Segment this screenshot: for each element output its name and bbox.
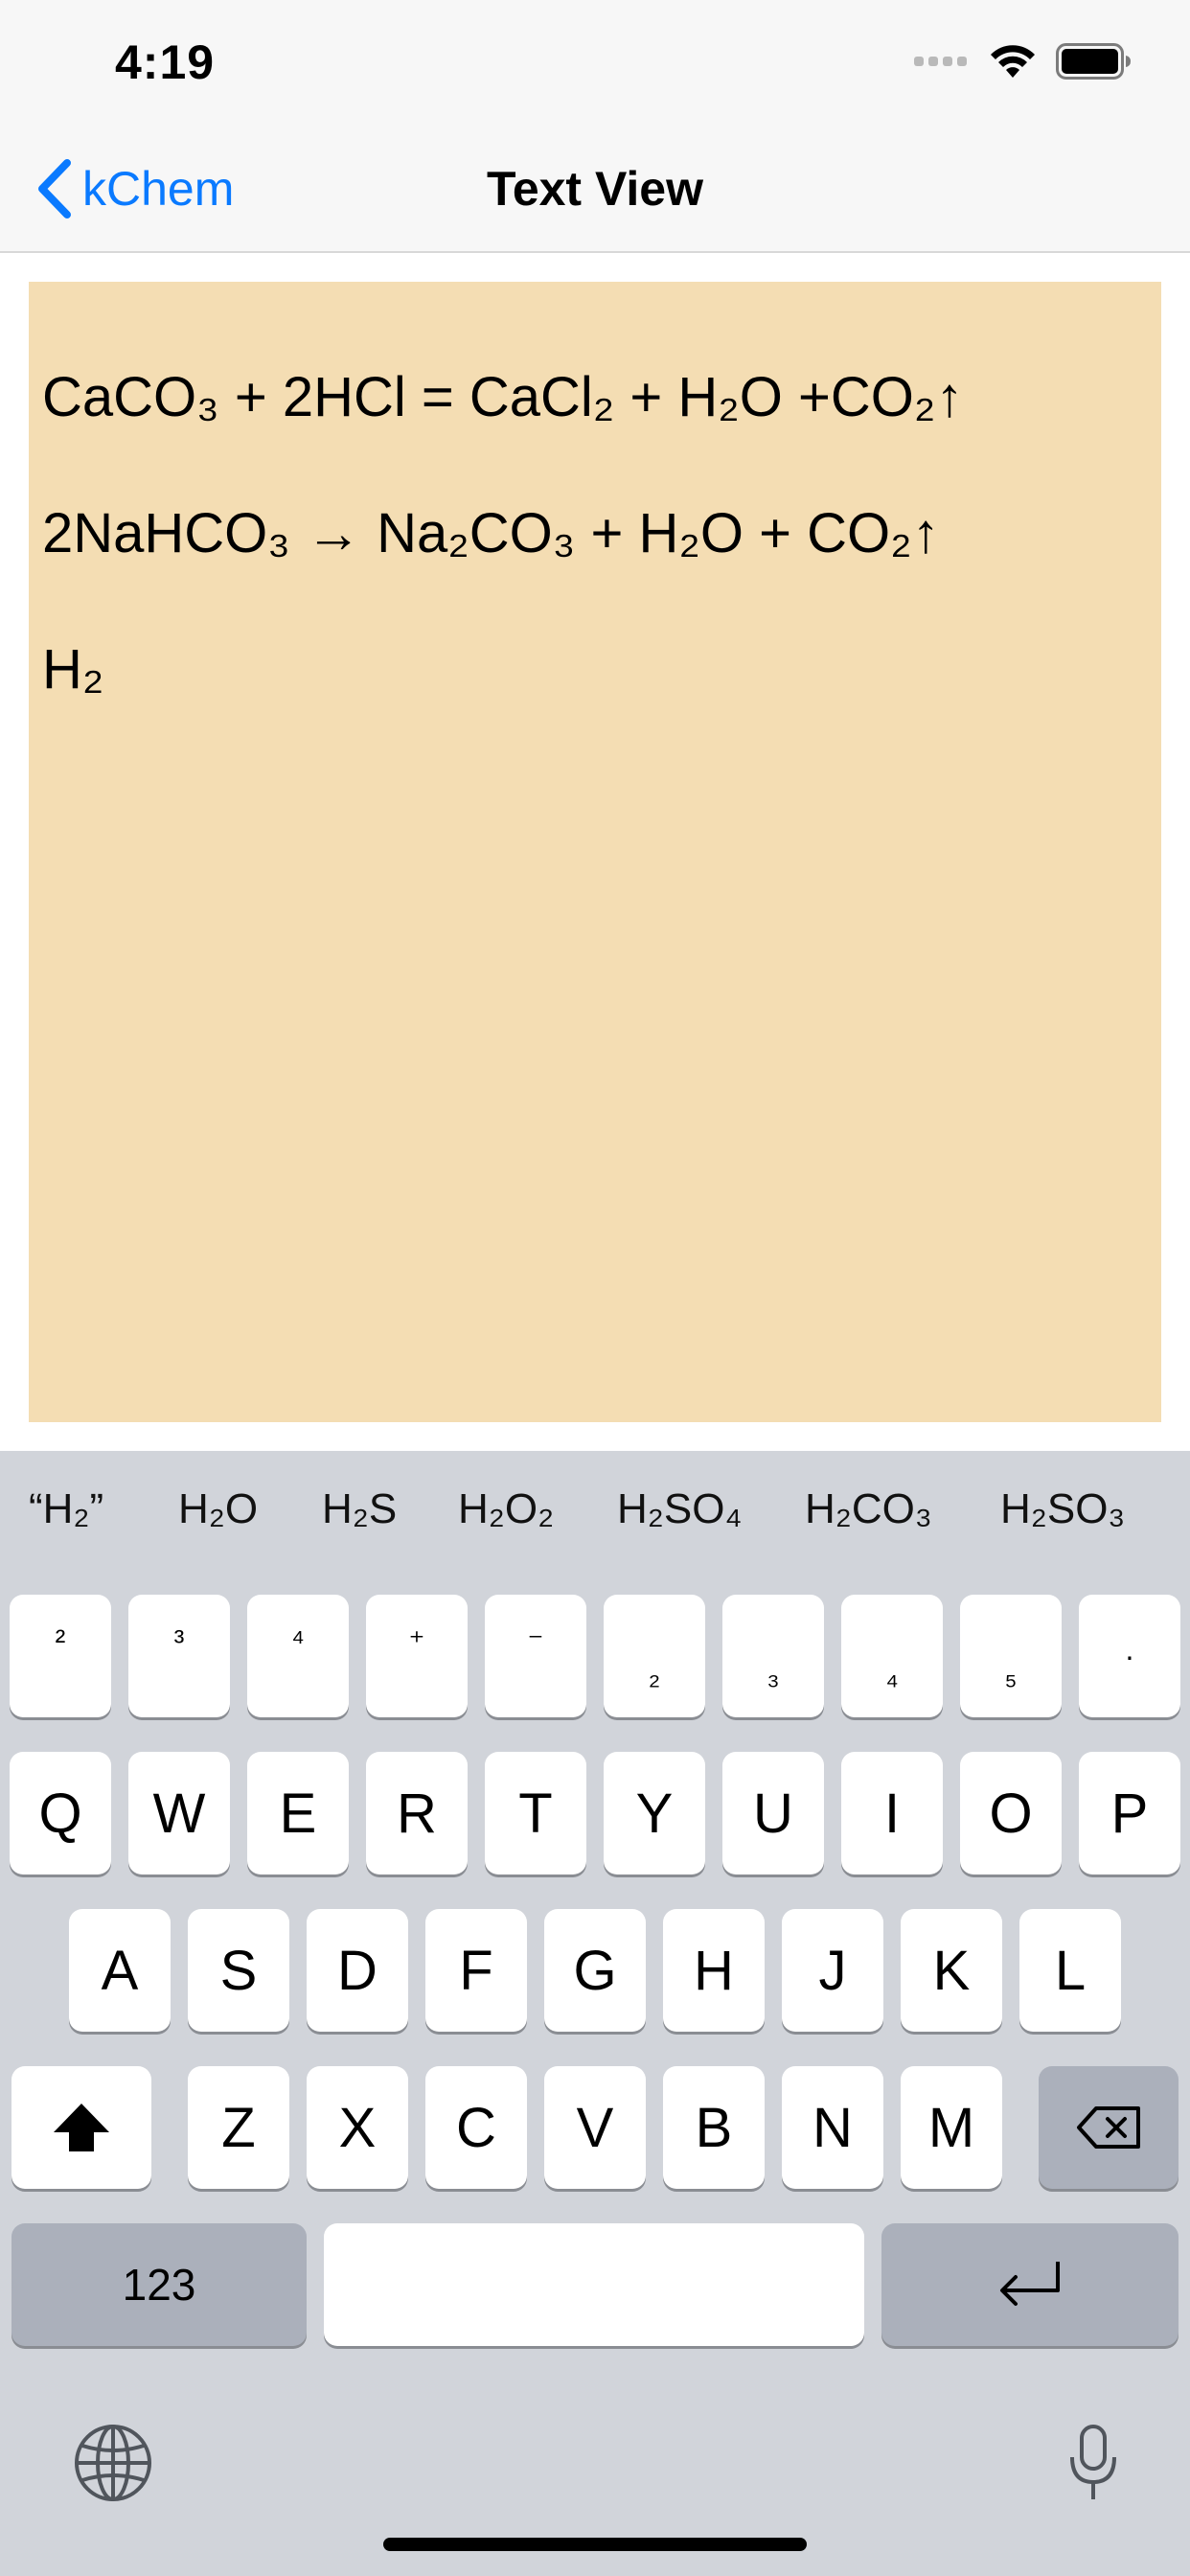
navigation-bar: 4:19 kChem Text View bbox=[0, 0, 1190, 253]
delete-key[interactable] bbox=[1039, 2066, 1179, 2189]
suggestion-item[interactable]: H₂CO₃ bbox=[805, 1485, 932, 1533]
cellular-signal-icon bbox=[914, 57, 967, 66]
shift-filled-icon bbox=[54, 2104, 109, 2151]
status-time: 4:19 bbox=[115, 35, 216, 89]
chem-text-view[interactable]: CaCO₃ + 2HCl = CaCl₂ + H₂O +CO₂↑ 2NaHCO₃… bbox=[29, 282, 1161, 1422]
key-superscript-2[interactable]: ² bbox=[10, 1595, 111, 1717]
dictation-button[interactable] bbox=[1067, 2423, 1119, 2508]
key-q[interactable]: Q bbox=[10, 1752, 111, 1874]
battery-icon bbox=[1056, 43, 1131, 80]
key-subscript-5[interactable]: ₅ bbox=[960, 1595, 1062, 1717]
key-u[interactable]: U bbox=[722, 1752, 824, 1874]
key-i[interactable]: I bbox=[841, 1752, 943, 1874]
key-o[interactable]: O bbox=[960, 1752, 1062, 1874]
key-l[interactable]: L bbox=[1019, 1909, 1121, 2032]
key-superscript-minus[interactable]: ⁻ bbox=[485, 1595, 586, 1717]
key-s[interactable]: S bbox=[188, 1909, 289, 2032]
key-f[interactable]: F bbox=[425, 1909, 527, 2032]
text-line: 2NaHCO₃ → Na₂CO₃ + H₂O + CO₂↑ bbox=[42, 502, 940, 564]
suggestion-item[interactable]: “H₂” bbox=[29, 1485, 103, 1533]
globe-icon bbox=[75, 2425, 151, 2501]
key-middle-dot[interactable]: · bbox=[1079, 1595, 1180, 1717]
key-w[interactable]: W bbox=[128, 1752, 230, 1874]
key-g[interactable]: G bbox=[544, 1909, 646, 2032]
key-e[interactable]: E bbox=[247, 1752, 349, 1874]
keyboard: “H₂” H₂O H₂S H₂O₂ H₂SO₄ H₂CO₃ H₂SO₃ ² ³ … bbox=[0, 1451, 1190, 2576]
key-b[interactable]: B bbox=[663, 2066, 765, 2189]
home-indicator[interactable] bbox=[383, 2538, 807, 2551]
delete-backspace-icon bbox=[1077, 2106, 1140, 2149]
key-subscript-3[interactable]: ₃ bbox=[722, 1595, 824, 1717]
microphone-icon bbox=[1070, 2425, 1116, 2499]
key-v[interactable]: V bbox=[544, 2066, 646, 2189]
globe-button[interactable] bbox=[73, 2423, 153, 2508]
key-subscript-4[interactable]: ₄ bbox=[841, 1595, 943, 1717]
key-j[interactable]: J bbox=[782, 1909, 883, 2032]
key-k[interactable]: K bbox=[901, 1909, 1002, 2032]
key-x[interactable]: X bbox=[307, 2066, 408, 2189]
key-y[interactable]: Y bbox=[604, 1752, 705, 1874]
text-line: CaCO₃ + 2HCl = CaCl₂ + H₂O +CO₂↑ bbox=[42, 366, 964, 428]
status-icons bbox=[914, 42, 1133, 80]
suggestion-item[interactable]: H₂O bbox=[178, 1485, 258, 1533]
key-p[interactable]: P bbox=[1079, 1752, 1180, 1874]
numbers-key[interactable]: 123 bbox=[11, 2223, 307, 2346]
shift-key[interactable] bbox=[11, 2066, 151, 2189]
key-m[interactable]: M bbox=[901, 2066, 1002, 2189]
text-line: H₂ bbox=[42, 638, 104, 701]
key-subscript-2[interactable]: ₂ bbox=[604, 1595, 705, 1717]
key-c[interactable]: C bbox=[425, 2066, 527, 2189]
suggestion-item[interactable]: H₂O₂ bbox=[458, 1485, 554, 1533]
key-superscript-plus[interactable]: ⁺ bbox=[366, 1595, 468, 1717]
key-d[interactable]: D bbox=[307, 1909, 408, 2032]
key-superscript-4[interactable]: ⁴ bbox=[247, 1595, 349, 1717]
key-r[interactable]: R bbox=[366, 1752, 468, 1874]
key-n[interactable]: N bbox=[782, 2066, 883, 2189]
return-key[interactable] bbox=[881, 2223, 1179, 2346]
wifi-icon bbox=[991, 45, 1035, 78]
suggestion-bar: “H₂” H₂O H₂S H₂O₂ H₂SO₄ H₂CO₃ H₂SO₃ bbox=[0, 1451, 1190, 1576]
space-key[interactable] bbox=[324, 2223, 864, 2346]
key-t[interactable]: T bbox=[485, 1752, 586, 1874]
page-title: Text View bbox=[486, 162, 704, 216]
return-arrow-icon bbox=[1000, 2262, 1060, 2306]
suggestion-item[interactable]: H₂S bbox=[322, 1485, 397, 1533]
key-a[interactable]: A bbox=[69, 1909, 171, 2032]
key-h[interactable]: H bbox=[663, 1909, 765, 2032]
suggestion-item[interactable]: H₂SO₄ bbox=[617, 1485, 742, 1533]
key-z[interactable]: Z bbox=[188, 2066, 289, 2189]
key-superscript-3[interactable]: ³ bbox=[128, 1595, 230, 1717]
suggestion-item[interactable]: H₂SO₃ bbox=[1000, 1485, 1125, 1533]
